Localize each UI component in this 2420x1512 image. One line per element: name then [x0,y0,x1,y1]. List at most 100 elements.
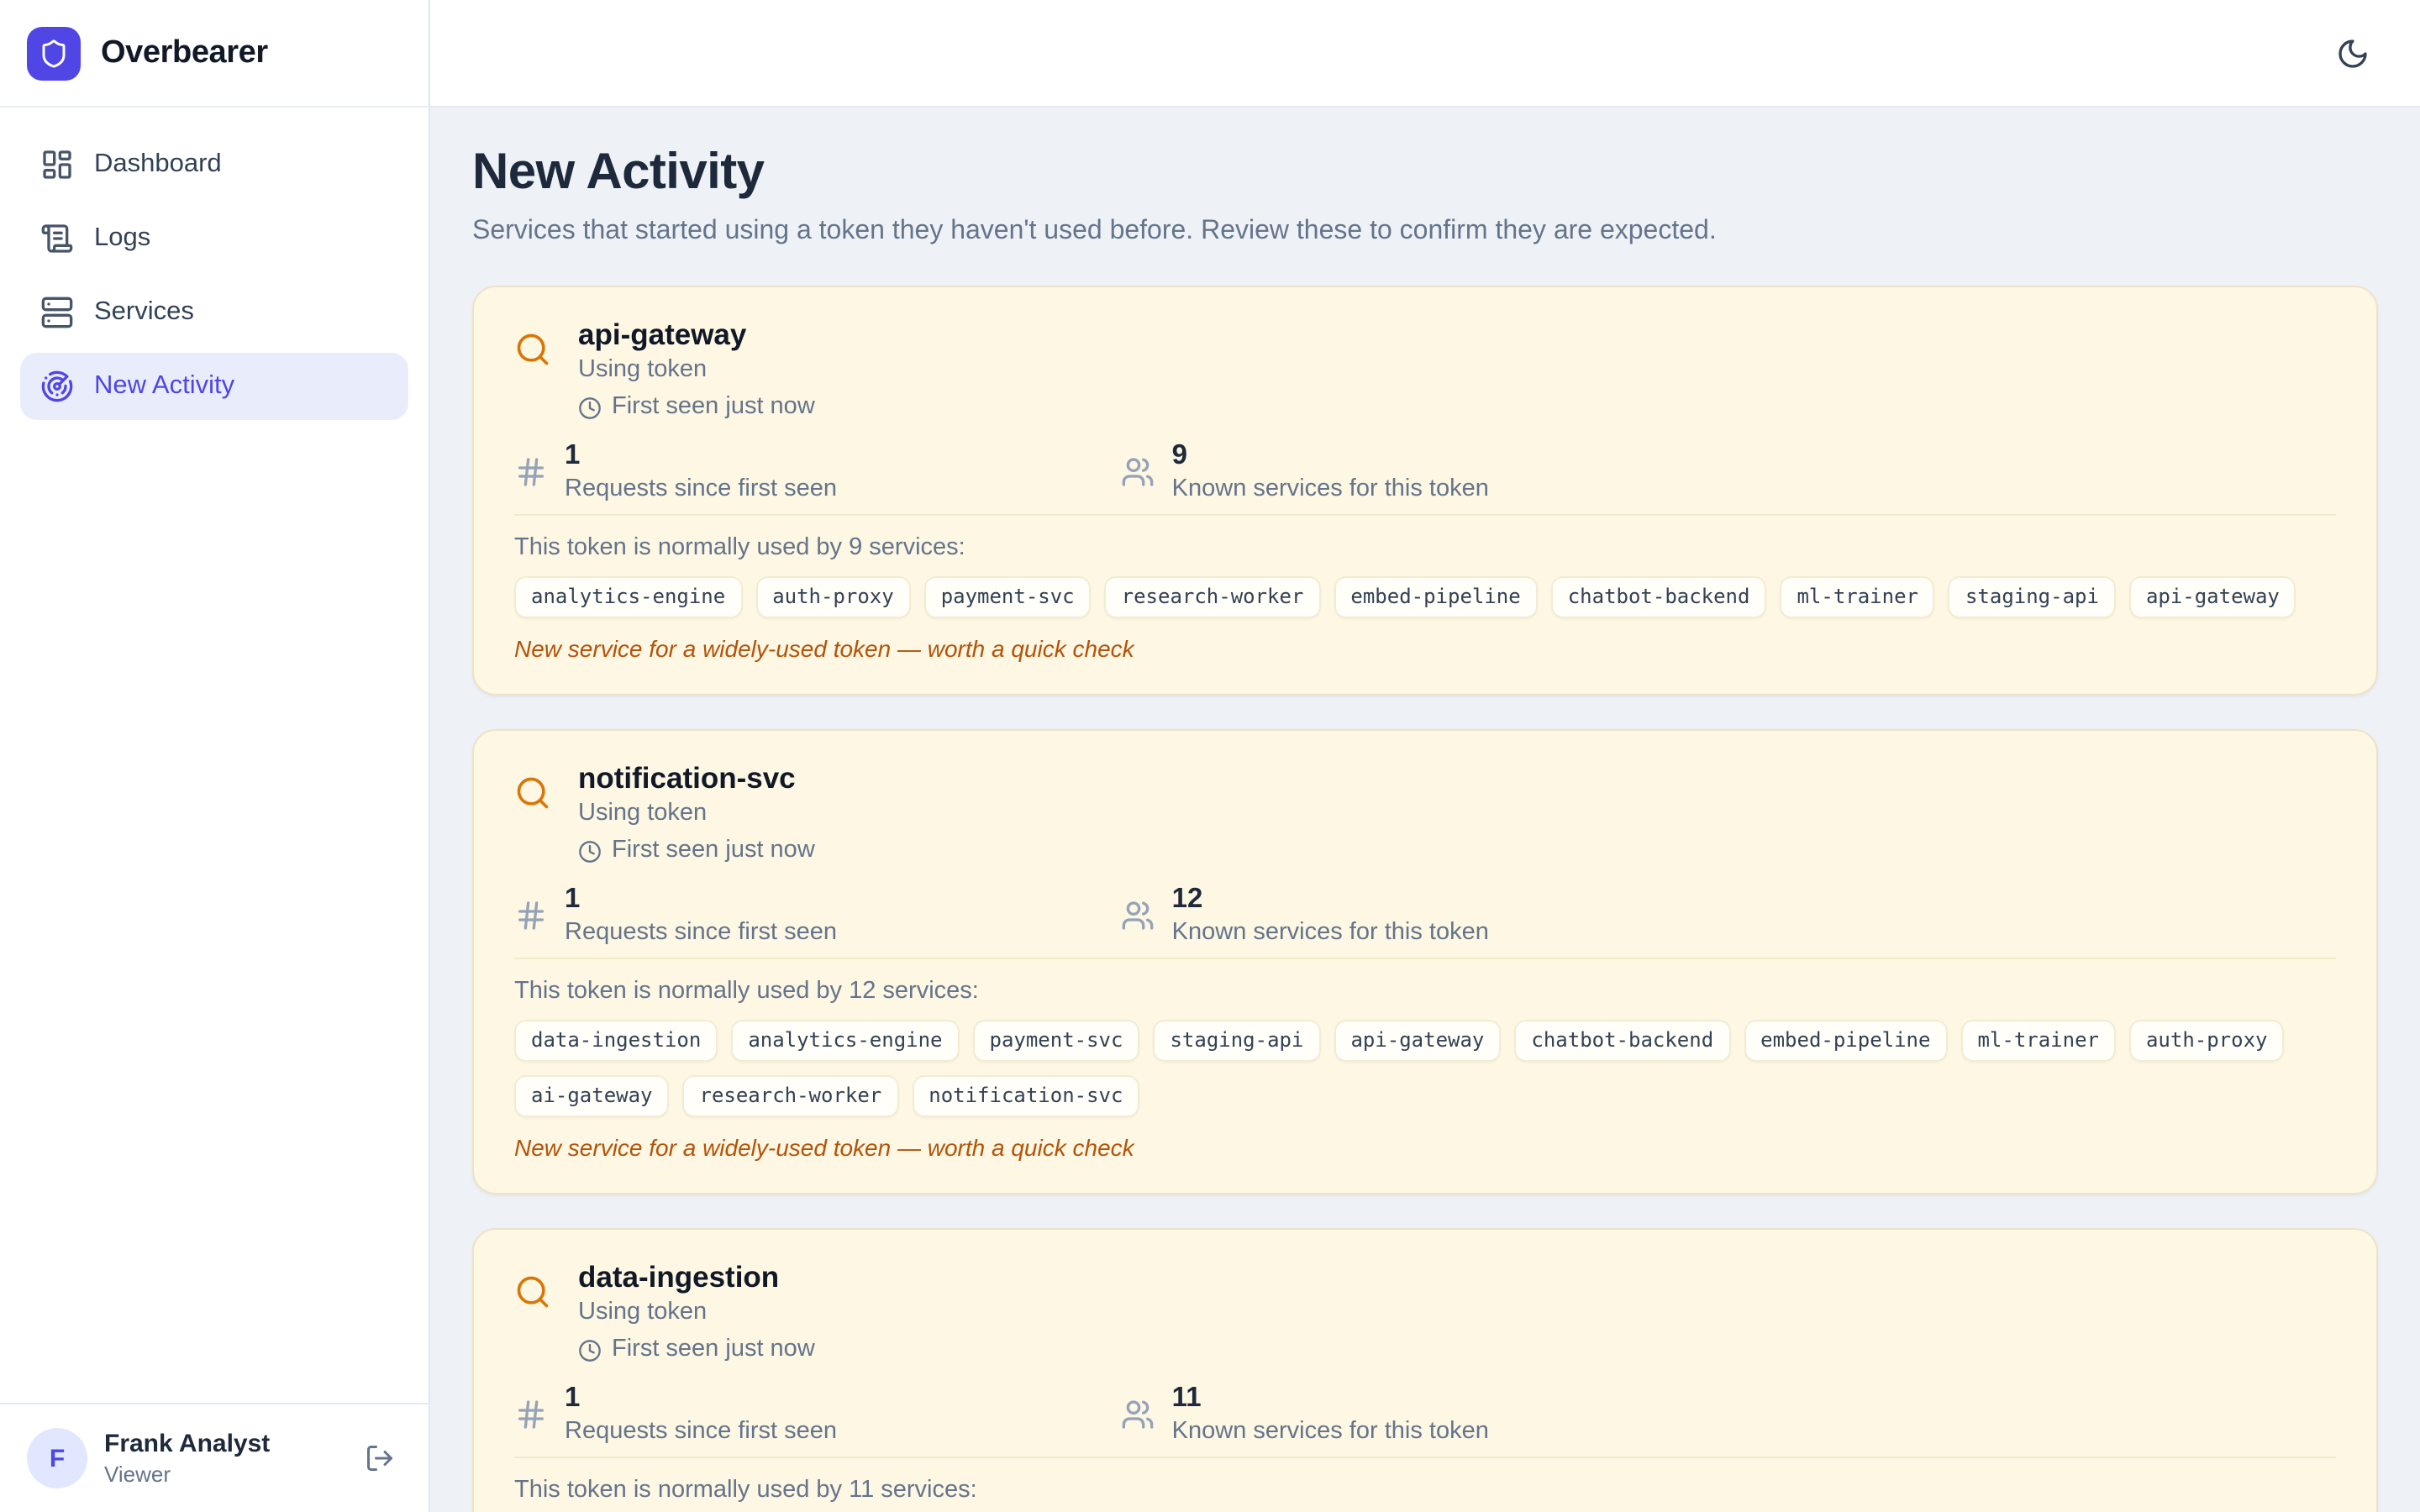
service-chip: auth-proxy [2129,1020,2285,1062]
service-chip: api-gateway [1334,1020,1501,1062]
sidebar-item-logs[interactable]: Logs [20,205,408,272]
review-note: New service for a widely-used token — wo… [514,1134,2336,1163]
stat-text: 12 Known services for this token [1172,884,1489,948]
known-services-intro: This token is normally used by 9 service… [514,533,2336,564]
user-profile: F Frank Analyst Viewer [0,1403,429,1512]
radar-icon [40,370,74,403]
card-header: data-ingestion Using token First seen ju… [514,1260,2336,1366]
card-header-text: data-ingestion Using token First seen ju… [578,1260,815,1366]
clock-icon [578,839,602,863]
known-services-intro: This token is normally used by 12 servic… [514,976,2336,1008]
sidebar-item-label: New Activity [94,371,234,402]
services-icon [40,296,74,329]
hash-icon [514,455,548,489]
stat-text: 1 Requests since first seen [565,884,837,948]
service-name: notification-svc [578,761,815,795]
service-name: api-gateway [578,318,815,351]
stat-label: Known services for this token [1172,1416,1489,1446]
stats-spacer [1728,884,2336,948]
service-chip: chatbot-backend [1551,576,1767,618]
using-token-label: Using token [578,354,815,386]
stat-value: 1 [565,440,837,470]
card-header: api-gateway Using token First seen just … [514,318,2336,423]
search-icon [514,1273,551,1366]
user-name: Frank Analyst [104,1430,341,1458]
moon-icon [2336,36,2370,70]
sidebar-item-label: Logs [94,223,150,254]
theme-toggle-button[interactable] [2326,26,2380,80]
known-services-list: data-ingestion analytics-engine payment-… [514,1020,2336,1117]
stat-label: Requests since first seen [565,1416,837,1446]
hash-icon [514,899,548,932]
app-window: Overbearer Dashboard Logs [0,0,2420,1512]
service-chip: embed-pipeline [1334,576,1537,618]
stat-text: 1 Requests since first seen [565,1383,837,1446]
clock-icon [578,396,602,419]
sidebar: Overbearer Dashboard Logs [0,0,430,1512]
hash-icon [514,1398,548,1431]
stat-label: Known services for this token [1172,917,1489,948]
service-chip: staging-api [1153,1020,1320,1062]
stat-label: Known services for this token [1172,474,1489,504]
stat-text: 9 Known services for this token [1172,440,1489,504]
app-logo [27,26,81,80]
users-icon [1122,455,1155,489]
stat-requests: 1 Requests since first seen [514,440,1122,504]
stats-spacer [1728,1383,2336,1446]
topbar [430,0,2420,108]
service-chip: ml-trainer [1780,576,1935,618]
card-divider [514,958,2336,959]
first-seen-row: First seen just now [578,391,815,423]
page-subtitle: Services that started using a token they… [472,213,2378,250]
card-divider [514,514,2336,516]
stat-known-services: 9 Known services for this token [1122,440,1729,504]
sidebar-item-services[interactable]: Services [20,279,408,346]
first-seen-text: First seen just now [612,391,815,423]
service-chip: research-worker [683,1075,899,1117]
using-token-label: Using token [578,1297,815,1329]
service-chip: research-worker [1105,576,1321,618]
activity-card: data-ingestion Using token First seen ju… [472,1228,2378,1512]
users-icon [1122,1398,1155,1431]
users-icon [1122,899,1155,932]
stat-text: 1 Requests since first seen [565,440,837,504]
logs-icon [40,222,74,255]
clock-icon [578,1338,602,1362]
first-seen-text: First seen just now [612,835,815,867]
stat-value: 1 [565,884,837,914]
stats-row: 1 Requests since first seen 9 Known serv… [514,440,2336,504]
stat-known-services: 12 Known services for this token [1122,884,1729,948]
card-header-text: notification-svc Using token First seen … [578,761,815,867]
stat-text: 11 Known services for this token [1172,1383,1489,1446]
review-note: New service for a widely-used token — wo… [514,635,2336,664]
using-token-label: Using token [578,798,815,830]
service-chip: notification-svc [912,1075,1139,1117]
known-services-list: analytics-engine auth-proxy payment-svc … [514,576,2336,618]
service-chip: data-ingestion [514,1020,718,1062]
service-chip: ml-trainer [1960,1020,2116,1062]
page-content: New Activity Services that started using… [430,108,2420,1512]
stat-requests: 1 Requests since first seen [514,884,1122,948]
card-header-text: api-gateway Using token First seen just … [578,318,815,423]
service-chip: payment-svc [924,576,1092,618]
sidebar-nav: Dashboard Logs Services [0,108,429,444]
logout-button[interactable] [358,1436,402,1480]
stat-requests: 1 Requests since first seen [514,1383,1122,1446]
sidebar-item-new-activity[interactable]: New Activity [20,353,408,420]
first-seen-row: First seen just now [578,1334,815,1366]
stat-value: 1 [565,1383,837,1413]
sidebar-spacer [0,444,429,1403]
service-chip: api-gateway [2129,576,2296,618]
sidebar-item-dashboard[interactable]: Dashboard [20,131,408,198]
user-role: Viewer [104,1462,341,1487]
dashboard-icon [40,148,74,181]
stat-label: Requests since first seen [565,474,837,504]
service-chip: payment-svc [973,1020,1140,1062]
stats-spacer [1728,440,2336,504]
first-seen-row: First seen just now [578,835,815,867]
service-chip: analytics-engine [731,1020,959,1062]
search-icon [514,331,551,423]
service-chip: auth-proxy [755,576,911,618]
stats-row: 1 Requests since first seen 12 Known ser… [514,884,2336,948]
brand-name: Overbearer [101,34,268,71]
